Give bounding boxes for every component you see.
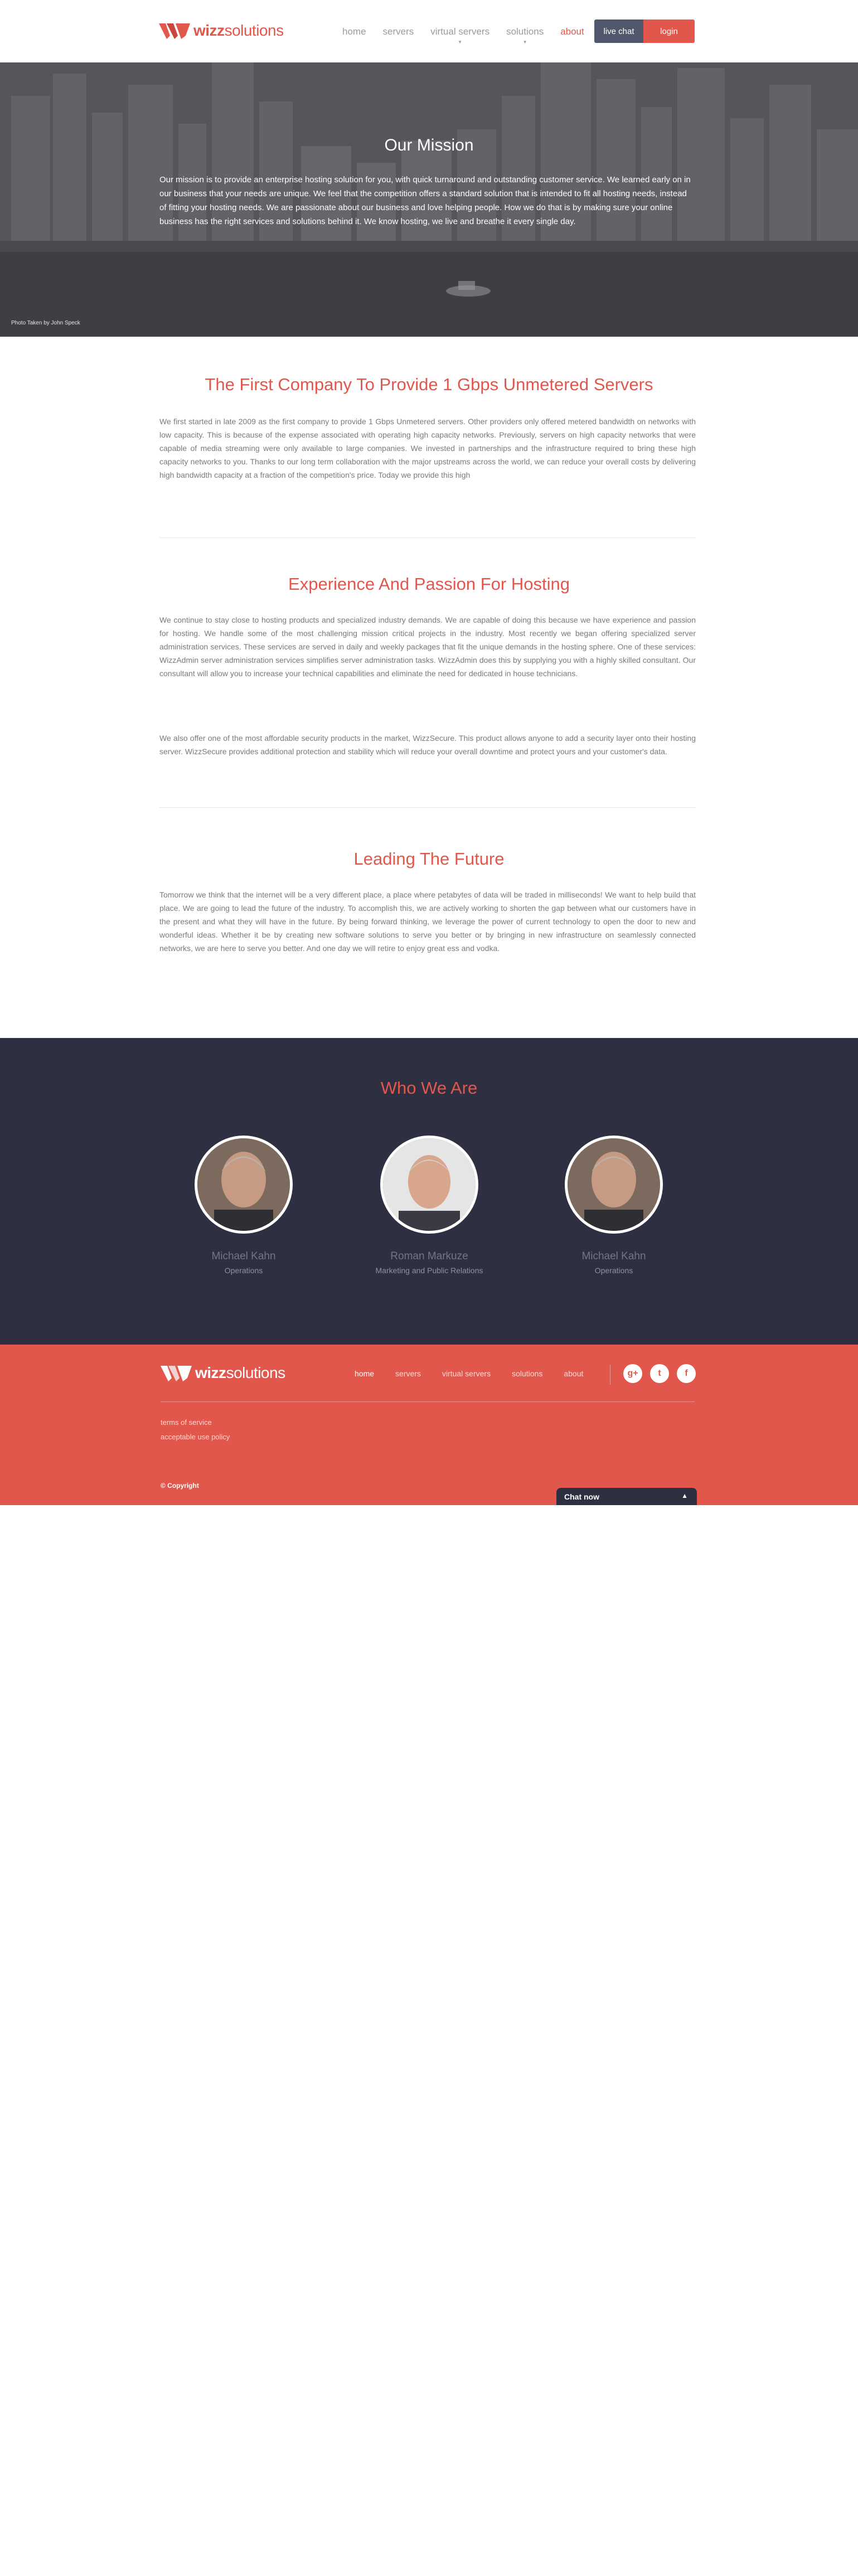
mission-hero: Our Mission Our mission is to provide an… [0,62,858,337]
section-title: Leading The Future [353,849,505,869]
hero-text: Our mission is to provide an enterprise … [159,175,691,226]
caret-down-icon: ▼ [458,40,463,45]
footer-nav-solutions[interactable]: solutions [512,1369,542,1378]
nav-solutions-label: solutions [506,26,544,37]
twitter-icon[interactable]: t [650,1364,669,1383]
avatar [195,1136,293,1234]
logo-mark-icon [161,1366,192,1381]
member-role: Marketing and Public Relations [375,1266,483,1275]
section-paragraph: We also offer one of the most affordable… [159,734,696,756]
acceptable-use-policy-link[interactable]: acceptable use policy [161,1433,230,1441]
team-member: Michael Kahn Operations [177,1136,311,1275]
google-plus-icon[interactable]: g+ [623,1364,642,1383]
caret-down-icon: ▼ [522,40,527,45]
member-name: Michael Kahn [581,1250,646,1262]
site-footer: wizzsolutions home servers virtual serve… [0,1345,858,1505]
team-title: Who We Are [380,1078,478,1098]
avatar [380,1136,478,1234]
login-button[interactable]: login [643,20,695,43]
nav-servers[interactable]: servers [383,26,414,37]
chat-now-label: Chat now [564,1492,599,1501]
nav-virtual-servers[interactable]: virtual servers ▼ [430,26,490,45]
team-member: Michael Kahn Operations [547,1136,681,1275]
footer-nav-about[interactable]: about [564,1369,583,1378]
member-role: Operations [594,1266,633,1275]
nav-home[interactable]: home [342,26,366,37]
logo-text: wizzsolutions [193,22,284,39]
chevron-up-icon: ▲ [681,1492,688,1500]
avatar [565,1136,663,1234]
team-section: Who We Are Michael Kahn Operations Roman… [0,1038,858,1345]
section-paragraph: We continue to stay close to hosting pro… [159,615,696,678]
nav-solutions[interactable]: solutions ▼ [506,26,544,45]
copyright: © Copyright [161,1482,199,1490]
hero-title: Our Mission [384,136,474,154]
logo-mark-icon [159,23,190,39]
footer-nav-virtual-servers[interactable]: virtual servers [442,1369,491,1378]
section-title: Experience And Passion For Hosting [288,574,570,594]
footer-nav-home[interactable]: home [355,1369,374,1378]
logo[interactable]: wizzsolutions [159,21,284,40]
section-paragraph: Tomorrow we think that the internet will… [159,890,696,953]
portrait-image [197,1138,290,1231]
live-chat-button[interactable]: live chat [594,20,643,43]
main-nav: home servers virtual servers ▼ solutions ▼… [342,26,601,45]
footer-nav: home servers virtual servers solutions a… [355,1369,604,1378]
nav-about[interactable]: about [560,26,584,37]
footer-nav-servers[interactable]: servers [395,1369,421,1378]
member-name: Roman Markuze [390,1250,468,1262]
portrait-image [383,1138,476,1231]
nav-virtual-servers-label: virtual servers [430,26,490,37]
terms-of-service-link[interactable]: terms of service [161,1418,212,1427]
photo-credit: Photo Taken by John Speck [11,320,80,326]
footer-logo[interactable]: wizzsolutions [161,1364,285,1382]
chat-now-widget[interactable]: Chat now ▲ [556,1488,697,1505]
section-paragraph: We first started in late 2009 as the fir… [159,417,696,479]
logo-text: wizzsolutions [195,1364,285,1381]
divider [159,537,696,538]
facebook-icon[interactable]: f [677,1364,696,1383]
footer-divider [161,1401,695,1402]
member-role: Operations [224,1266,263,1275]
site-header: wizzsolutions home servers virtual serve… [0,0,858,62]
divider [159,807,696,808]
team-member: Roman Markuze Marketing and Public Relat… [362,1136,496,1275]
section-title: The First Company To Provide 1 Gbps Unme… [205,375,653,394]
portrait-image [568,1138,660,1231]
member-name: Michael Kahn [211,1250,276,1262]
